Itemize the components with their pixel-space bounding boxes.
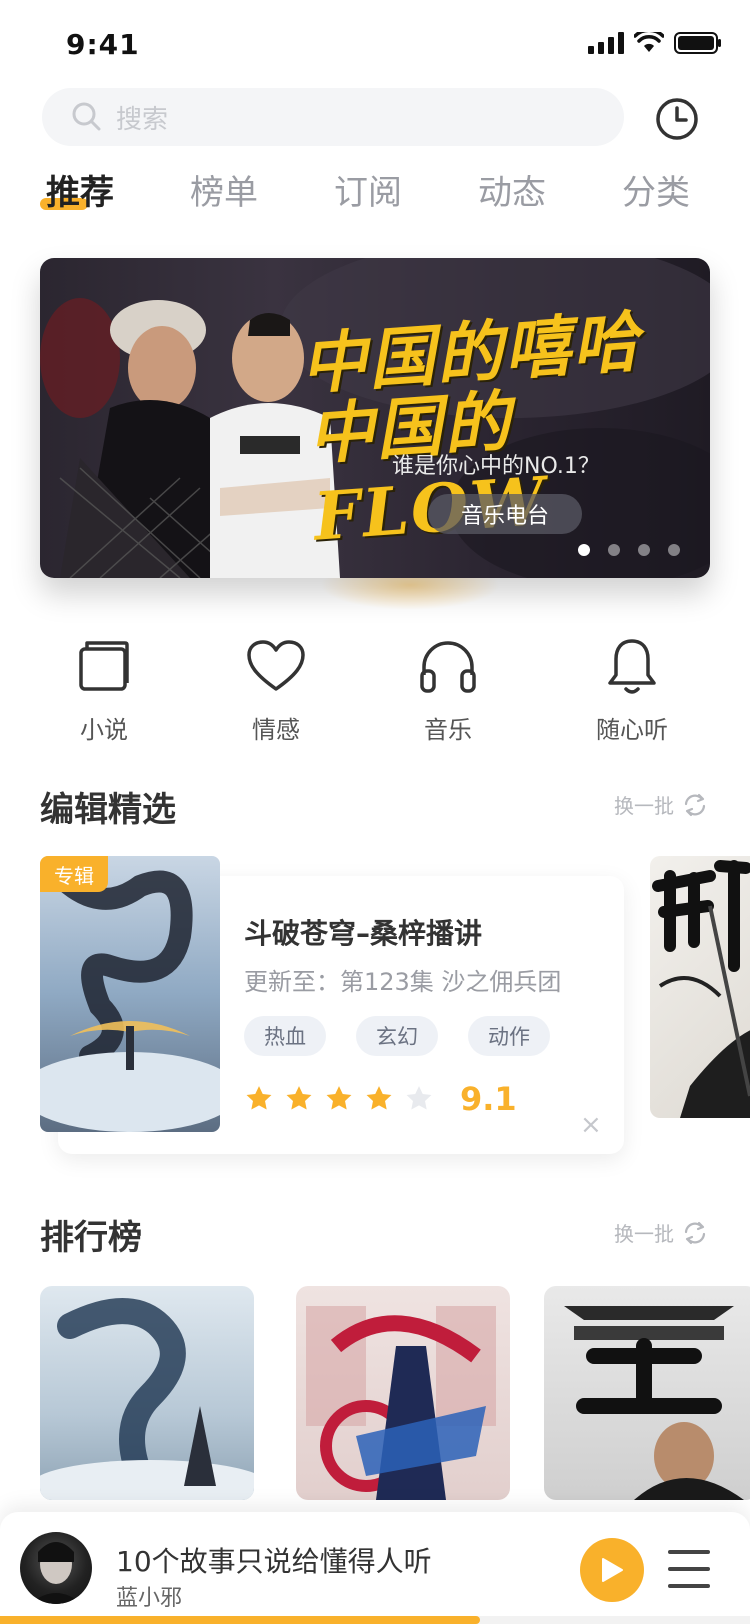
star-filled-icon: [286, 1086, 312, 1110]
now-playing-title: 10个故事只说给懂得人听: [116, 1545, 432, 1578]
tab-categories[interactable]: 分类: [622, 165, 690, 214]
carousel-dot[interactable]: [578, 544, 590, 556]
avatar[interactable]: [20, 1532, 92, 1604]
next-album-card[interactable]: [650, 856, 750, 1118]
album-tag: 专辑: [40, 856, 108, 892]
top-tabs: 推荐 榜单 订阅 动态 分类: [0, 165, 750, 225]
banner-button[interactable]: 音乐电台: [428, 494, 582, 534]
playback-progress[interactable]: [0, 1616, 750, 1624]
menu-line: [668, 1550, 710, 1554]
category-random-listen[interactable]: 随心听: [572, 636, 692, 745]
category-label: 情感: [252, 716, 300, 744]
battery-icon: [674, 32, 721, 54]
menu-line: [668, 1584, 710, 1588]
heart-icon: [246, 636, 306, 696]
genre-chip[interactable]: 动作: [468, 1016, 550, 1056]
close-icon[interactable]: ×: [580, 1110, 602, 1140]
album-title: 斗破苍穹–桑梓播讲: [244, 917, 483, 950]
category-label: 音乐: [424, 716, 472, 744]
star-filled-icon: [366, 1086, 392, 1110]
category-label: 小说: [80, 716, 128, 744]
genre-chip[interactable]: 热血: [244, 1016, 326, 1056]
tab-charts[interactable]: 榜单: [190, 165, 258, 214]
refresh-icon: [684, 1221, 706, 1244]
next-album-art: [652, 860, 750, 1118]
carousel-indicator: [578, 544, 680, 556]
rank-cover-art: [40, 1298, 254, 1500]
section-title-ranking: 排行榜: [40, 1218, 142, 1258]
refresh-icon: [684, 793, 706, 816]
refresh-ranking[interactable]: 换一批: [614, 1218, 708, 1247]
rank-cover[interactable]: [40, 1286, 254, 1500]
star-filled-icon: [246, 1086, 272, 1110]
status-time: 9:41: [66, 28, 140, 61]
category-novel[interactable]: 小说: [44, 636, 164, 745]
search-input[interactable]: 搜索: [116, 99, 168, 136]
status-icons: [588, 32, 722, 54]
promo-banner[interactable]: 中国的嘻哈 中国的FLOW 谁是你心中的NO.1？ 音乐电台: [40, 258, 710, 578]
search-bar[interactable]: 搜索: [42, 88, 624, 146]
album-cover[interactable]: 专辑: [40, 856, 220, 1132]
carousel-dot[interactable]: [668, 544, 680, 556]
now-playing-artist: 蓝小邪: [116, 1586, 183, 1611]
clock-icon: [656, 98, 698, 140]
star-filled-icon: [326, 1086, 352, 1110]
star-rating: [244, 1084, 434, 1112]
playlist-menu-button[interactable]: [668, 1550, 710, 1588]
carousel-dot[interactable]: [638, 544, 650, 556]
rank-cover[interactable]: [544, 1286, 750, 1500]
artist-portrait: [30, 1542, 82, 1604]
album-update: 更新至：第123集 沙之佣兵团: [244, 968, 562, 996]
bell-icon: [602, 636, 662, 696]
play-button[interactable]: [580, 1538, 644, 1602]
rank-cover[interactable]: [296, 1286, 510, 1500]
tab-subscriptions[interactable]: 订阅: [334, 165, 402, 214]
star-empty-icon: [406, 1086, 432, 1110]
history-button[interactable]: [650, 92, 704, 146]
refresh-label: 换一批: [614, 1222, 674, 1246]
playback-progress-fill: [0, 1616, 480, 1624]
banner-subtitle: 谁是你心中的NO.1？: [392, 454, 600, 479]
section-title-editor-picks: 编辑精选: [40, 790, 176, 830]
tab-activity[interactable]: 动态: [478, 165, 546, 214]
tab-recommend[interactable]: 推荐: [46, 165, 114, 214]
rating-score: 9.1: [460, 1080, 517, 1118]
genre-chip[interactable]: 玄幻: [356, 1016, 438, 1056]
refresh-editor-picks[interactable]: 换一批: [614, 790, 708, 819]
refresh-label: 换一批: [614, 794, 674, 818]
book-icon: [74, 636, 134, 696]
play-icon: [602, 1558, 623, 1582]
category-label: 随心听: [596, 716, 668, 744]
headphones-icon: [418, 636, 478, 696]
wifi-icon: [634, 32, 664, 52]
category-emotion[interactable]: 情感: [216, 636, 336, 745]
carousel-dot[interactable]: [608, 544, 620, 556]
category-music[interactable]: 音乐: [388, 636, 508, 745]
rank-cover-art: [564, 1306, 744, 1500]
rank-cover-art: [306, 1306, 496, 1500]
search-icon: [72, 102, 101, 131]
signal-icon: [588, 32, 624, 54]
menu-line: [668, 1567, 710, 1571]
album-cover-art: [40, 865, 220, 1132]
